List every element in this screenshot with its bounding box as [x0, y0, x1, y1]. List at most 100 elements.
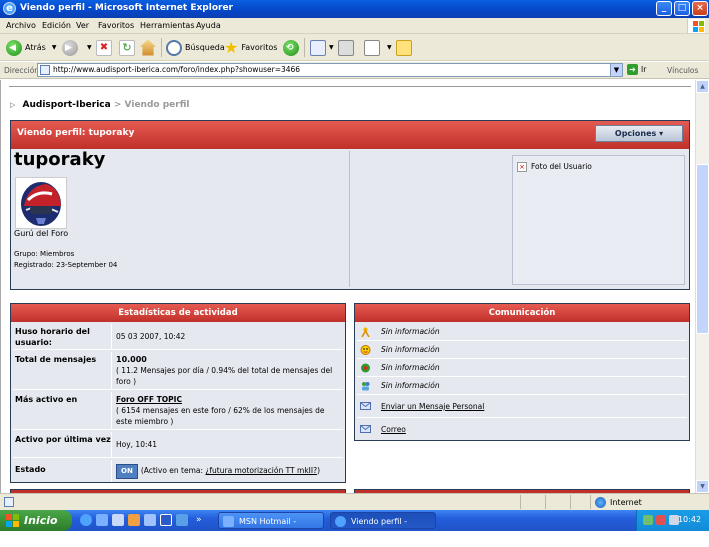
quicklaunch-media-icon[interactable]: [128, 514, 140, 526]
breadcrumb: ▷ Audisport-Iberica > Viendo perfil: [10, 100, 189, 110]
home-button[interactable]: [140, 38, 159, 57]
most-active-forum-link[interactable]: Foro OFF TOPIC: [116, 395, 182, 404]
go-button[interactable]: ➜ Ir: [627, 64, 646, 75]
ie-logo-icon: e: [3, 2, 16, 15]
favorites-button[interactable]: ★ Favoritos: [224, 38, 277, 57]
comm-row-aim: Sin información: [357, 324, 687, 341]
comm-row-email[interactable]: Correo: [357, 420, 687, 440]
tray-security-icon[interactable]: [656, 515, 666, 525]
activity-stats-panel: Estadísticas de actividad Huso horario d…: [10, 303, 346, 483]
quicklaunch-ie-icon[interactable]: [80, 514, 92, 526]
history-button[interactable]: ⟲: [283, 38, 302, 57]
taskbar: Inicio » MSN Hotmail - Nuevo ... Viendo …: [0, 510, 709, 543]
menu-favoritos[interactable]: Favoritos: [98, 21, 134, 30]
globe-icon: [595, 497, 606, 508]
quicklaunch-email-icon[interactable]: [96, 514, 108, 526]
quicklaunch-word-icon[interactable]: [160, 514, 172, 526]
start-button[interactable]: Inicio: [0, 510, 72, 531]
scroll-up-button[interactable]: ▲: [696, 80, 709, 93]
start-label: Inicio: [24, 514, 58, 527]
page-icon: [40, 65, 50, 75]
edit-button[interactable]: ▼: [364, 38, 392, 57]
stats-row-last-active: Activo por última vez Hoy, 10:41: [13, 432, 343, 458]
aim-icon: [361, 327, 370, 337]
scroll-down-button[interactable]: ▼: [696, 480, 709, 493]
msn-icon: [362, 382, 370, 391]
menu-bar: Archivo Edición Ver Favoritos Herramient…: [0, 18, 709, 34]
activity-stats-header: Estadísticas de actividad: [11, 304, 345, 322]
quicklaunch-desktop-icon[interactable]: [112, 514, 124, 526]
stats-row-timezone: Huso horario del usuario: 05 03 2007, 10…: [13, 324, 343, 350]
menu-ver[interactable]: Ver: [76, 21, 89, 30]
status-prefix: (Activo en tema:: [140, 466, 206, 475]
address-dropdown-button[interactable]: ▼: [610, 64, 622, 76]
menu-ayuda[interactable]: Ayuda: [196, 21, 221, 30]
profile-registered: Registrado: 23-September 04: [14, 261, 118, 269]
back-arrow-icon: ◀: [6, 39, 22, 56]
window-title-bar[interactable]: e Viendo perfil - Microsoft Internet Exp…: [0, 0, 709, 18]
active-topic-link[interactable]: ¿futura motorización TT mkII?: [205, 466, 317, 475]
back-button[interactable]: ◀ Atrás ▼: [6, 38, 56, 57]
taskbar-task-viendo-perfil[interactable]: Viendo perfil - Micros...: [330, 512, 436, 543]
comm-yahoo-text: Sin información: [381, 345, 440, 354]
comm-row-private-message[interactable]: Enviar un Mensaje Personal: [357, 396, 687, 418]
comm-icq-text: Sin información: [381, 363, 440, 372]
options-button[interactable]: Opciones ▾: [595, 125, 683, 142]
menu-herramientas[interactable]: Herramientas: [140, 21, 195, 30]
links-button[interactable]: Vínculos: [667, 66, 698, 75]
comm-msn-text: Sin información: [381, 381, 440, 390]
stats-value: 10.000 ( 11.2 Mensajes por día / 0.94% d…: [116, 354, 342, 387]
close-button[interactable]: ×: [692, 1, 708, 16]
status-bar: Internet: [0, 493, 709, 510]
stop-icon: ✖: [96, 39, 112, 56]
profile-header-title: Viendo perfil: tuporaky: [17, 128, 135, 138]
print-button[interactable]: [338, 38, 357, 57]
comm-row-yahoo: Sin información: [357, 342, 687, 359]
stats-row-most-active: Más activo en Foro OFF TOPIC ( 6154 mens…: [13, 392, 343, 430]
breadcrumb-arrow-icon: ▷: [10, 101, 16, 109]
scroll-thumb[interactable]: [696, 164, 709, 334]
mail-button[interactable]: ▼: [310, 38, 334, 57]
quicklaunch-more-icon[interactable]: »: [196, 514, 208, 526]
refresh-button[interactable]: ↻: [119, 38, 138, 57]
forward-button[interactable]: ▶ ▼: [62, 38, 92, 57]
stop-button[interactable]: ✖: [96, 38, 115, 57]
search-button[interactable]: Búsqueda: [166, 38, 225, 57]
caret-down-icon: ▾: [659, 129, 664, 138]
stats-row-status: Estado ON (Activo en tema: ¿futura motori…: [13, 460, 343, 482]
windows-logo-icon: [687, 19, 705, 33]
menu-edicion[interactable]: Edición: [42, 21, 71, 30]
clock: 10:42: [677, 515, 701, 524]
quicklaunch-messenger-icon[interactable]: [144, 514, 156, 526]
printer-icon: [338, 39, 354, 56]
address-url[interactable]: http://www.audisport-iberica.com/foro/in…: [53, 65, 300, 74]
profile-header: Viendo perfil: tuporaky Opciones ▾: [11, 121, 689, 149]
messenger-button[interactable]: [396, 38, 415, 57]
broken-image-icon: ×: [517, 162, 527, 172]
security-zone: Internet: [595, 497, 642, 508]
chevron-down-icon: ▼: [329, 44, 334, 51]
communication-header: Comunicación: [355, 304, 689, 322]
stats-key: Estado: [15, 465, 46, 474]
stats-value: ON (Activo en tema: ¿futura motorización …: [116, 464, 342, 479]
breadcrumb-site-link[interactable]: Audisport-Iberica: [23, 100, 111, 110]
edit-icon: [364, 39, 380, 56]
chevron-down-icon: ▼: [87, 44, 92, 51]
minimize-button[interactable]: _: [656, 1, 672, 16]
send-private-message-link[interactable]: Enviar un Mensaje Personal: [381, 402, 484, 411]
quicklaunch-folder-icon[interactable]: [176, 514, 188, 526]
taskbar-task-hotmail[interactable]: MSN Hotmail - Nuevo ...: [218, 512, 324, 543]
back-label: Atrás: [25, 43, 46, 52]
breadcrumb-separator: >: [113, 100, 122, 110]
chevron-down-icon: ▼: [51, 44, 57, 51]
menu-archivo[interactable]: Archivo: [6, 21, 36, 30]
address-bar: Dirección http://www.audisport-iberica.c…: [0, 62, 709, 79]
maximize-button[interactable]: □: [674, 1, 690, 16]
most-active-detail: ( 6154 mensajes en este foro / 62% de lo…: [116, 406, 325, 426]
address-input[interactable]: http://www.audisport-iberica.com/foro/in…: [37, 63, 623, 77]
mail-icon: [310, 39, 326, 56]
vertical-scrollbar[interactable]: ▲ ▼: [695, 80, 709, 493]
comm-aim-text: Sin información: [381, 327, 440, 336]
email-link[interactable]: Correo: [381, 425, 406, 434]
tray-network-icon[interactable]: [643, 515, 653, 525]
